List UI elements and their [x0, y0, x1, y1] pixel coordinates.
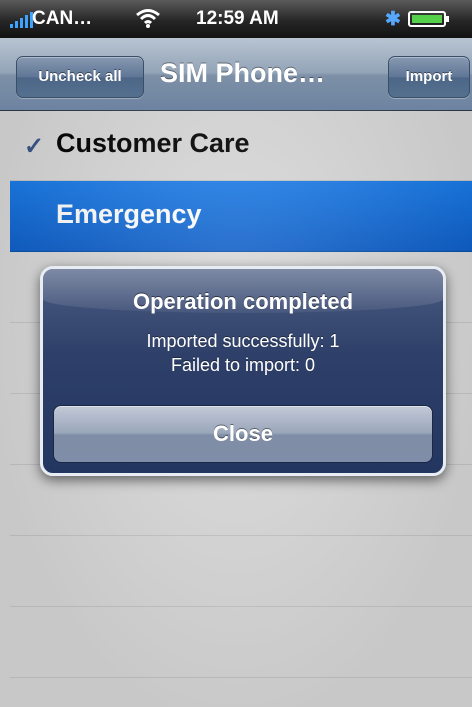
wifi-icon: [136, 9, 160, 28]
alert-message-imported: Imported successfully: 1: [146, 331, 340, 351]
operation-alert-dialog: Operation completed Imported successfull…: [40, 266, 446, 476]
alert-title: Operation completed: [132, 289, 354, 314]
close-button[interactable]: Close: [53, 405, 433, 463]
list-item-emergency[interactable]: Emergency: [10, 181, 472, 252]
list-item-label: Customer Care: [56, 128, 250, 158]
list-item-label: Emergency: [56, 199, 202, 229]
battery-icon: [408, 11, 449, 27]
status-bar: CAN… 12:59 AM ✱: [0, 0, 472, 38]
list-item-customer-care[interactable]: ✓ Customer Care: [10, 110, 472, 181]
signal-bars-icon: [10, 12, 33, 28]
carrier-name: CAN…: [32, 8, 93, 29]
alert-message-failed: Failed to import: 0: [170, 355, 316, 375]
checkmark-icon: ✓: [24, 133, 45, 160]
list-item-empty: [10, 536, 472, 607]
navigation-bar: Uncheck all SIM Phone… Import: [0, 38, 472, 111]
bluetooth-icon: ✱: [385, 9, 401, 30]
list-item-empty: [10, 607, 472, 678]
uncheck-all-button[interactable]: Uncheck all: [16, 56, 144, 98]
status-time: 12:59 AM: [196, 8, 279, 29]
page-title: SIM Phone…: [160, 58, 326, 88]
import-button[interactable]: Import: [388, 56, 470, 98]
